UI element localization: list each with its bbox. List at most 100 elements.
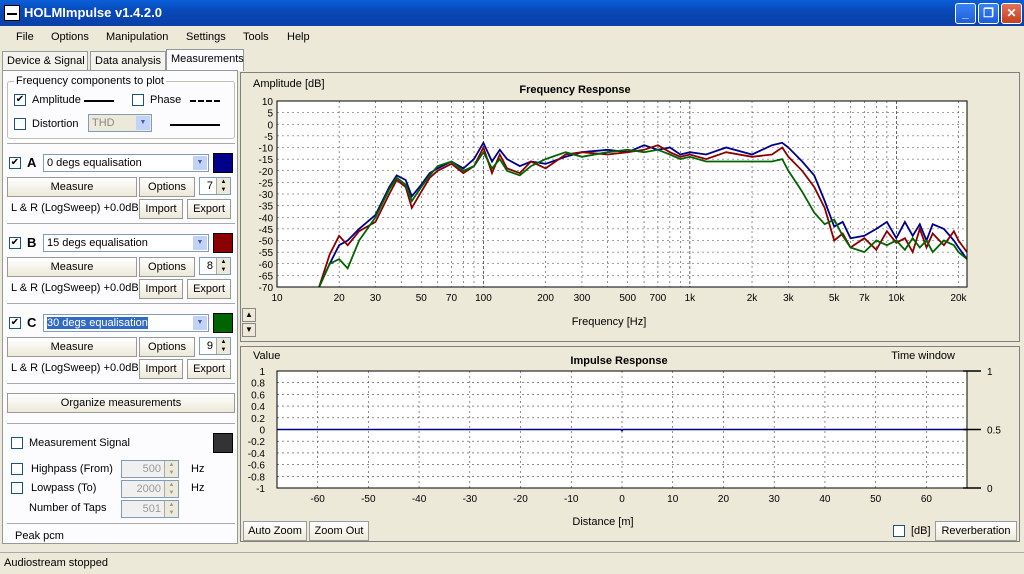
y-tick-label: 0.2 (251, 414, 265, 425)
measurement-c-export-button[interactable]: Export (187, 359, 231, 379)
y-tick-label: 5 (267, 109, 273, 120)
measurement-a-color-swatch[interactable] (213, 153, 233, 173)
stepper-arrows-icon[interactable]: ▲ ▼ (216, 178, 230, 194)
time-window-tick-label: 1 (987, 367, 993, 378)
measurement-b-options-button[interactable]: Options (139, 257, 195, 277)
x-tick-label: 40 (819, 494, 831, 505)
measurement-b-count-stepper[interactable]: 8 ▲ ▼ (199, 257, 231, 275)
measurement-c-info: L & R (LogSweep) +0.0dB (11, 362, 139, 374)
y-tick-label: 0 (259, 426, 265, 437)
measurement-b-import-button[interactable]: Import (139, 279, 183, 299)
y-tick-label: -65 (259, 271, 274, 282)
tab-device-signal[interactable]: Device & Signal (2, 51, 88, 71)
distortion-type-select[interactable]: THD ▼ (88, 114, 152, 132)
measurement-c-name-select[interactable]: 30 degs equalisation ▼ (43, 314, 209, 332)
title-bar: HOLMImpulse v1.4.2.0 _ ❐ ✕ (0, 0, 1024, 26)
highpass-checkbox[interactable] (11, 463, 23, 475)
phase-checkbox[interactable] (132, 94, 144, 106)
stepper-arrows-icon[interactable]: ▲ ▼ (164, 461, 178, 477)
y-tick-label: 1 (259, 367, 265, 378)
distortion-checkbox[interactable] (14, 118, 26, 130)
menu-help[interactable]: Help (287, 31, 310, 43)
y-tick-label: -1 (256, 484, 265, 495)
measurement-a-count-stepper[interactable]: 7 ▲ ▼ (199, 177, 231, 195)
divider (7, 423, 235, 424)
stepper-arrows-icon[interactable]: ▲ ▼ (216, 338, 230, 354)
scroll-down-arrow-icon[interactable]: ▼ (242, 323, 256, 337)
measurement-b-checkbox[interactable]: ✔ (9, 237, 21, 249)
auto-zoom-button[interactable]: Auto Zoom (243, 521, 307, 541)
signal-color-swatch[interactable] (213, 433, 233, 453)
x-tick-label: -20 (513, 494, 528, 505)
reverberation-button[interactable]: Reverberation (935, 521, 1017, 541)
measurement-b-name-select[interactable]: 15 degs equalisation ▼ (43, 234, 209, 252)
measurement-b-measure-button[interactable]: Measure (7, 257, 137, 277)
amplitude-checkbox[interactable]: ✔ (14, 94, 26, 106)
measurement-c-measure-button[interactable]: Measure (7, 337, 137, 357)
highpass-stepper[interactable]: 500 ▲ ▼ (121, 460, 179, 478)
frequency-components-group: Frequency components to plot ✔ Amplitude… (7, 75, 235, 139)
y-tick-label: -10 (259, 144, 274, 155)
maximize-button[interactable]: ❐ (978, 3, 999, 24)
measurement-a-name-select[interactable]: 0 degs equalisation ▼ (43, 154, 209, 172)
chevron-down-icon: ▼ (193, 236, 207, 250)
chevron-down-icon: ▼ (193, 156, 207, 170)
measurement-a-checkbox[interactable]: ✔ (9, 157, 21, 169)
menu-settings[interactable]: Settings (186, 31, 226, 43)
measurement-a-export-button[interactable]: Export (187, 199, 231, 219)
time-window-tick-label: 0 (987, 484, 993, 495)
y-tick-label: 0.4 (251, 402, 265, 413)
stepper-arrows-icon[interactable]: ▲ ▼ (216, 258, 230, 274)
measurement-b-name: 15 degs equalisation (47, 237, 148, 249)
measurement-a-measure-button[interactable]: Measure (7, 177, 137, 197)
measurement-c-import-button[interactable]: Import (139, 359, 183, 379)
db-checkbox[interactable] (893, 525, 905, 537)
y-tick-label: -20 (259, 167, 274, 178)
x-tick-label: 20 (718, 494, 730, 505)
frequency-response-chart[interactable]: 1050-5-10-15-20-25-30-35-40-45-50-55-60-… (241, 73, 1019, 341)
measurement-signal-checkbox[interactable] (11, 437, 23, 449)
stepper-arrows-icon[interactable]: ▲ ▼ (164, 481, 178, 497)
x-tick-label: 30 (769, 494, 781, 505)
close-button[interactable]: ✕ (1001, 3, 1022, 24)
measurement-a-import-button[interactable]: Import (139, 199, 183, 219)
stepper-arrows-icon[interactable]: ▲ ▼ (164, 501, 178, 517)
measurement-b-export-button[interactable]: Export (187, 279, 231, 299)
measurement-c-color-swatch[interactable] (213, 313, 233, 333)
y-tick-label: -0.4 (248, 449, 266, 460)
measurement-c-options-button[interactable]: Options (139, 337, 195, 357)
x-tick-label: 20 (334, 293, 346, 304)
menu-tools[interactable]: Tools (243, 31, 269, 43)
lowpass-value: 2000 (136, 483, 161, 495)
measurement-a-count: 7 (206, 180, 213, 192)
menu-file[interactable]: File (16, 31, 34, 43)
menu-manipulation[interactable]: Manipulation (106, 31, 168, 43)
x-tick-label: 7k (859, 293, 871, 304)
x-tick-label: 5k (829, 293, 841, 304)
lowpass-stepper[interactable]: 2000 ▲ ▼ (121, 480, 179, 498)
chart-title: Impulse Response (570, 355, 667, 367)
x-tick-label: 70 (446, 293, 458, 304)
window-title: HOLMImpulse v1.4.2.0 (24, 5, 162, 20)
highpass-value: 500 (142, 463, 161, 475)
organize-measurements-button[interactable]: Organize measurements (7, 393, 235, 413)
divider (7, 303, 235, 304)
measurement-b-color-swatch[interactable] (213, 233, 233, 253)
zoom-out-button[interactable]: Zoom Out (309, 521, 369, 541)
lowpass-checkbox[interactable] (11, 482, 23, 494)
measurement-c-count-stepper[interactable]: 9 ▲ ▼ (199, 337, 231, 355)
tab-measurements[interactable]: Measurements (166, 49, 244, 71)
tab-data-analysis[interactable]: Data analysis (90, 51, 166, 71)
measurement-a-options-button[interactable]: Options (139, 177, 195, 197)
y-tick-label: -15 (259, 155, 274, 166)
x-tick-label: 2k (747, 293, 759, 304)
taps-stepper[interactable]: 501 ▲ ▼ (121, 500, 179, 518)
y-tick-label: -45 (259, 225, 274, 236)
measurement-a-info: L & R (LogSweep) +0.0dB (11, 202, 139, 214)
scroll-up-arrow-icon[interactable]: ▲ (242, 308, 256, 322)
impulse-response-chart[interactable]: -60 -50 -40 -30 -20 -10 0 10 20 30 40 50 6010.80.60.… (241, 347, 1019, 541)
menu-options[interactable]: Options (51, 31, 89, 43)
minimize-button[interactable]: _ (955, 3, 976, 24)
measurement-c-letter: C (27, 315, 37, 330)
measurement-c-checkbox[interactable]: ✔ (9, 317, 21, 329)
